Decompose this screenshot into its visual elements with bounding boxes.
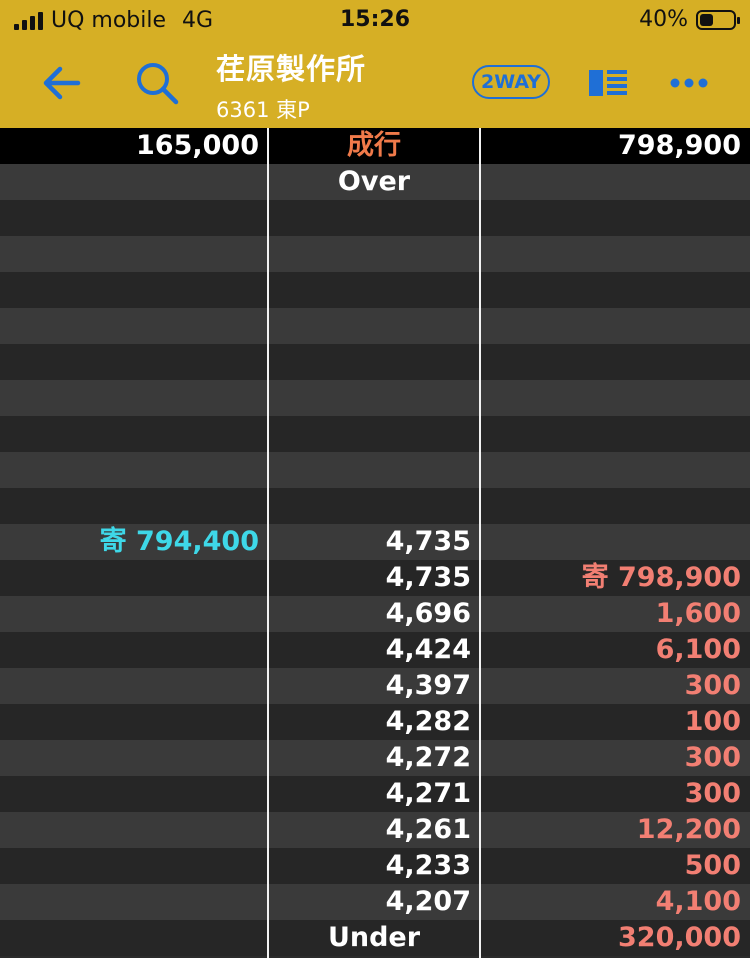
ask-row-cell: 300 — [684, 742, 741, 773]
ask-row-cell: 4,735 — [385, 562, 471, 593]
ask-row-cell: 500 — [684, 850, 741, 881]
ask-row-cell: 12,200 — [636, 814, 741, 845]
empty-row[interactable] — [0, 272, 750, 308]
ask-row-cell: 寄 798,900 — [581, 562, 741, 593]
layout-toggle-icon[interactable] — [589, 68, 627, 98]
ask-row[interactable]: 4,424 6,100 — [0, 632, 750, 668]
empty-row[interactable] — [0, 236, 750, 272]
stock-title: 荏原製作所 6361 東P — [216, 46, 366, 124]
over-row-cell: Over — [337, 166, 411, 197]
ask-row-cell: 6,100 — [655, 634, 741, 665]
battery-status: 40% — [639, 7, 740, 32]
two-way-button[interactable]: 2WAY — [472, 65, 550, 99]
bid-row-cell: 寄 794,400 — [99, 526, 259, 557]
over-row[interactable]: Over — [0, 164, 750, 200]
column-divider-left — [267, 128, 269, 958]
ask-row[interactable]: 4,233 500 — [0, 848, 750, 884]
app-header: 荏原製作所 6361 東P 2WAY — [0, 40, 750, 128]
ask-row[interactable]: 4,272 300 — [0, 740, 750, 776]
more-options-icon[interactable] — [670, 77, 708, 89]
market-order-row-cell: 798,900 — [618, 130, 741, 161]
empty-row[interactable] — [0, 344, 750, 380]
battery-icon — [696, 9, 740, 30]
ask-row[interactable]: 4,207 4,100 — [0, 884, 750, 920]
ask-row[interactable]: 4,282 100 — [0, 704, 750, 740]
ask-row-cell: 4,397 — [385, 670, 471, 701]
search-icon[interactable] — [134, 60, 180, 106]
ask-row-cell: 4,272 — [385, 742, 471, 773]
company-name: 荏原製作所 — [216, 52, 367, 86]
market-order-row-cell: 成行 — [347, 130, 401, 161]
stock-code: 6361 東P — [216, 98, 310, 122]
ask-row-cell: 100 — [684, 706, 741, 737]
clock: 15:26 — [339, 7, 411, 32]
market-order-row[interactable]: 165,000 成行 798,900 — [0, 128, 750, 164]
back-arrow-icon[interactable] — [38, 58, 88, 108]
ask-row[interactable]: 4,696 1,600 — [0, 596, 750, 632]
battery-percent: 40% — [639, 7, 688, 32]
ask-row-cell: 1,600 — [655, 598, 741, 629]
market-order-row-cell: 165,000 — [136, 130, 259, 161]
ask-row-cell: 4,233 — [385, 850, 471, 881]
ask-row-cell: 4,282 — [385, 706, 471, 737]
empty-row[interactable] — [0, 452, 750, 488]
ask-row-cell: 4,424 — [385, 634, 471, 665]
status-bar: UQ mobile 4G 15:26 40% — [0, 0, 750, 40]
under-row[interactable]: Under 320,000 — [0, 920, 750, 956]
ask-row-cell: 300 — [684, 670, 741, 701]
under-row-cell: Under — [327, 922, 421, 953]
empty-row[interactable] — [0, 488, 750, 524]
column-divider-right — [479, 128, 481, 958]
order-board: 165,000 成行 798,900 Over 寄 794,400 4,735 4,735 寄… — [0, 128, 750, 958]
empty-row[interactable] — [0, 380, 750, 416]
empty-row[interactable] — [0, 200, 750, 236]
ask-row-cell: 4,207 — [385, 886, 471, 917]
under-row-cell: 320,000 — [618, 922, 741, 953]
ask-row[interactable]: 4,261 12,200 — [0, 812, 750, 848]
ask-row[interactable]: 4,735 寄 798,900 — [0, 560, 750, 596]
ask-row[interactable]: 4,271 300 — [0, 776, 750, 812]
ask-row-cell: 300 — [684, 778, 741, 809]
ask-row[interactable]: 4,397 300 — [0, 668, 750, 704]
ask-row-cell: 4,696 — [385, 598, 471, 629]
ask-row-cell: 4,261 — [385, 814, 471, 845]
empty-row[interactable] — [0, 416, 750, 452]
ask-row-cell: 4,271 — [385, 778, 471, 809]
bid-row[interactable]: 寄 794,400 4,735 — [0, 524, 750, 560]
bid-row-cell: 4,735 — [385, 526, 471, 557]
empty-row[interactable] — [0, 308, 750, 344]
ask-row-cell: 4,100 — [655, 886, 741, 917]
